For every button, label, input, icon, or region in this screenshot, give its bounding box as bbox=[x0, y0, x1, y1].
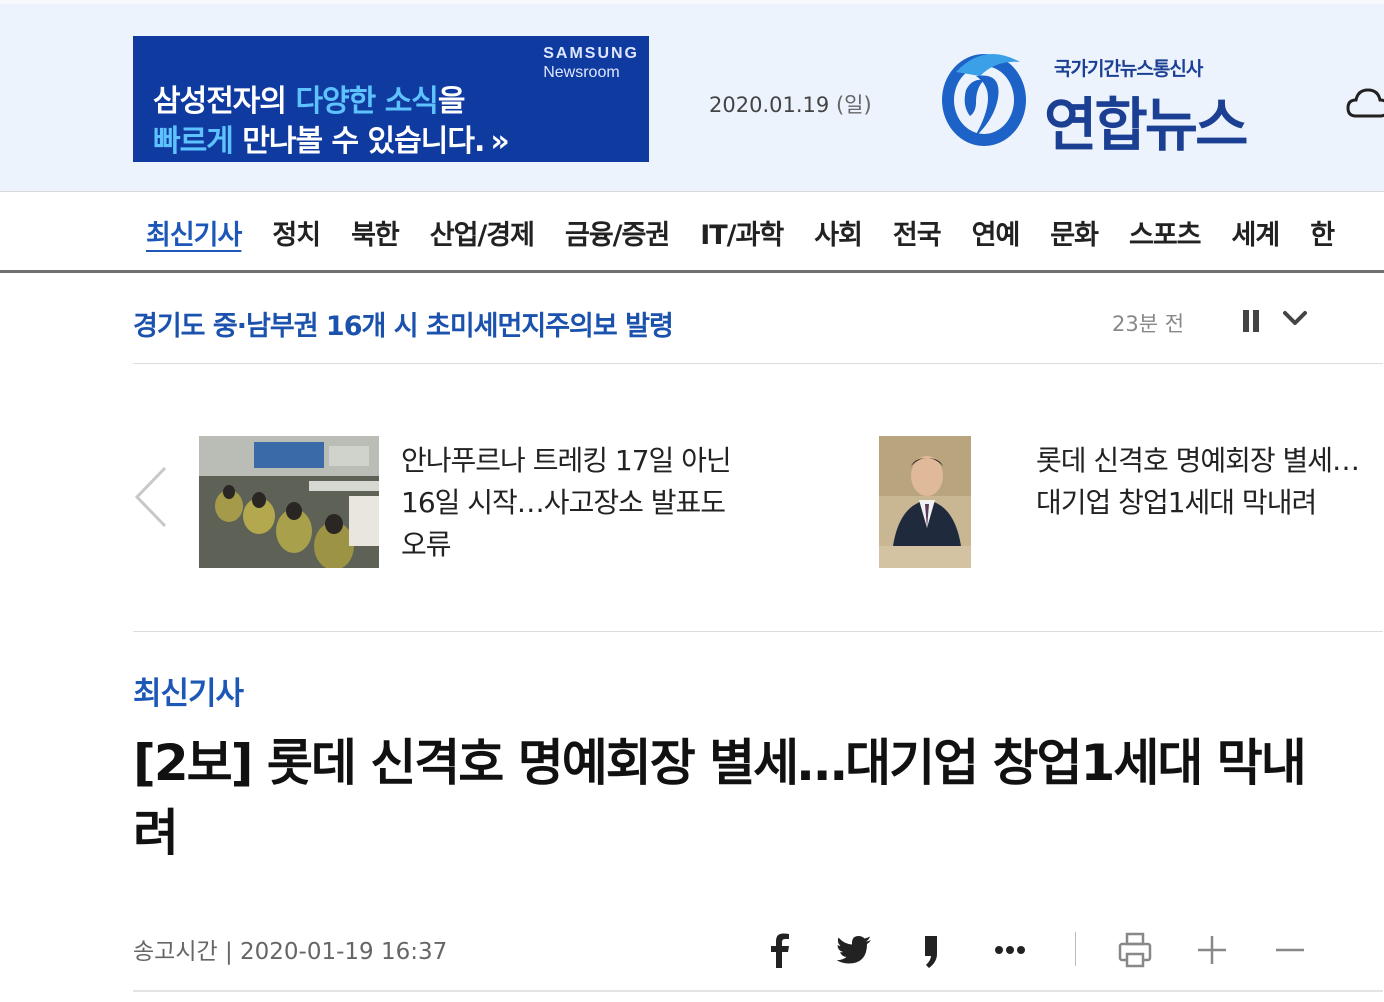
banner-brand-newsroom: Newsroom bbox=[543, 64, 620, 81]
chevron-down-icon[interactable] bbox=[1281, 306, 1309, 330]
day-of-week: (일) bbox=[835, 93, 872, 117]
published-separator: | bbox=[217, 939, 241, 965]
weather-cloud-icon[interactable] bbox=[1346, 76, 1384, 126]
nav-item[interactable]: 정치 bbox=[272, 213, 321, 252]
nav-item[interactable]: 금융/증권 bbox=[565, 213, 670, 252]
yonhap-logo[interactable]: 국가기간뉴스통신사 연합뉴스 bbox=[936, 40, 1286, 159]
banner-text-line2: 빠르게 만나볼 수 있습니다.» bbox=[153, 116, 510, 160]
news-card[interactable]: 롯데 신격호 명예회장 별세…대기업 창업1세대 막내려 bbox=[879, 436, 1383, 568]
ticker-headline[interactable]: 경기도 중·남부권 16개 시 초미세먼지주의보 발령 bbox=[133, 304, 674, 343]
banner-line1-c: 을 bbox=[437, 84, 466, 119]
banner-line1-highlight: 다양한 소식 bbox=[295, 84, 438, 119]
date-value: 2020.01.19 bbox=[709, 93, 830, 117]
facebook-icon[interactable] bbox=[760, 928, 800, 972]
news-card-title[interactable]: 롯데 신격호 명예회장 별세…대기업 창업1세대 막내려 bbox=[1036, 440, 1376, 524]
article-meta: 송고시간 | 2020-01-19 16:37 bbox=[133, 932, 447, 966]
banner-brand: SAMSUNG Newsroom bbox=[543, 44, 639, 82]
nav-list: 최신기사 정치 북한 산업/경제 금융/증권 IT/과학 사회 전국 연예 문화 스포츠 세계 한 bbox=[146, 213, 1365, 252]
banner-line1-a: 삼성전자의 bbox=[153, 84, 296, 119]
toolbar-separator bbox=[1075, 932, 1076, 966]
banner-line2-b: 만나볼 수 있습니다. bbox=[232, 124, 485, 159]
banner-arrow-icon: » bbox=[490, 124, 509, 159]
nav-item[interactable]: 북한 bbox=[351, 213, 400, 252]
logo-subtitle: 국가기간뉴스통신사 bbox=[1054, 58, 1203, 80]
nav-item[interactable]: IT/과학 bbox=[700, 213, 784, 252]
nav-item[interactable]: 사회 bbox=[814, 213, 863, 252]
kakao-icon[interactable] bbox=[911, 928, 951, 972]
twitter-icon[interactable] bbox=[835, 928, 875, 972]
ticker-time: 23분 전 bbox=[1112, 312, 1185, 336]
article-section-label[interactable]: 최신기사 bbox=[133, 668, 244, 713]
banner-text-line1: 삼성전자의 다양한 소식을 bbox=[153, 76, 466, 120]
nav-item[interactable]: 연예 bbox=[972, 213, 1021, 252]
header-date: 2020.01.19 (일) bbox=[709, 89, 872, 119]
header-top-line bbox=[0, 0, 1384, 4]
print-icon[interactable] bbox=[1115, 928, 1155, 972]
nav-item[interactable]: 한 bbox=[1310, 213, 1335, 252]
nav-item[interactable]: 문화 bbox=[1050, 213, 1099, 252]
news-thumbnail-meeting bbox=[199, 436, 379, 568]
top-news-slider: 안나푸르나 트레킹 17일 아닌 16일 시작…사고장소 발표도 오류 롯데 신… bbox=[133, 364, 1383, 632]
published-label: 송고시간 bbox=[133, 939, 218, 965]
font-increase-icon[interactable] bbox=[1192, 928, 1232, 972]
logo-title: 연합뉴스 bbox=[1044, 91, 1248, 159]
nav-item[interactable]: 산업/경제 bbox=[430, 213, 535, 252]
more-icon[interactable] bbox=[990, 928, 1030, 972]
nav-item[interactable]: 스포츠 bbox=[1129, 213, 1202, 252]
news-card[interactable]: 안나푸르나 트레킹 17일 아닌 16일 시작…사고장소 발표도 오류 bbox=[199, 436, 759, 568]
site-header: SAMSUNG Newsroom 삼성전자의 다양한 소식을 빠르게 만나볼 수… bbox=[0, 0, 1384, 192]
article-title: [2보] 롯데 신격호 명예회장 별세…대기업 창업1세대 막내려 bbox=[133, 734, 1307, 862]
main-nav: 최신기사 정치 북한 산업/경제 금융/증권 IT/과학 사회 전국 연예 문화 스포츠 세계 한 bbox=[0, 193, 1384, 273]
meta-divider bbox=[133, 990, 1383, 992]
samsung-newsroom-banner[interactable]: SAMSUNG Newsroom 삼성전자의 다양한 소식을 빠르게 만나볼 수… bbox=[133, 36, 649, 162]
banner-line2-highlight: 빠르게 bbox=[153, 124, 234, 159]
banner-brand-samsung: SAMSUNG bbox=[543, 45, 639, 62]
nav-item[interactable]: 세계 bbox=[1232, 213, 1281, 252]
yonhap-logo-icon bbox=[942, 54, 1026, 146]
nav-item[interactable]: 전국 bbox=[893, 213, 942, 252]
published-time: 2020-01-19 16:37 bbox=[240, 939, 448, 965]
breaking-ticker: 경기도 중·남부권 16개 시 초미세먼지주의보 발령 23분 전 bbox=[133, 276, 1383, 364]
nav-item[interactable]: 최신기사 bbox=[146, 213, 242, 252]
pause-icon[interactable] bbox=[1241, 310, 1261, 332]
article-toolbar bbox=[760, 928, 1320, 972]
news-card-title[interactable]: 안나푸르나 트레킹 17일 아닌 16일 시작…사고장소 발표도 오류 bbox=[401, 440, 741, 566]
news-thumbnail-portrait bbox=[879, 436, 971, 568]
chevron-left-icon[interactable] bbox=[133, 464, 169, 530]
font-decrease-icon[interactable] bbox=[1270, 928, 1310, 972]
